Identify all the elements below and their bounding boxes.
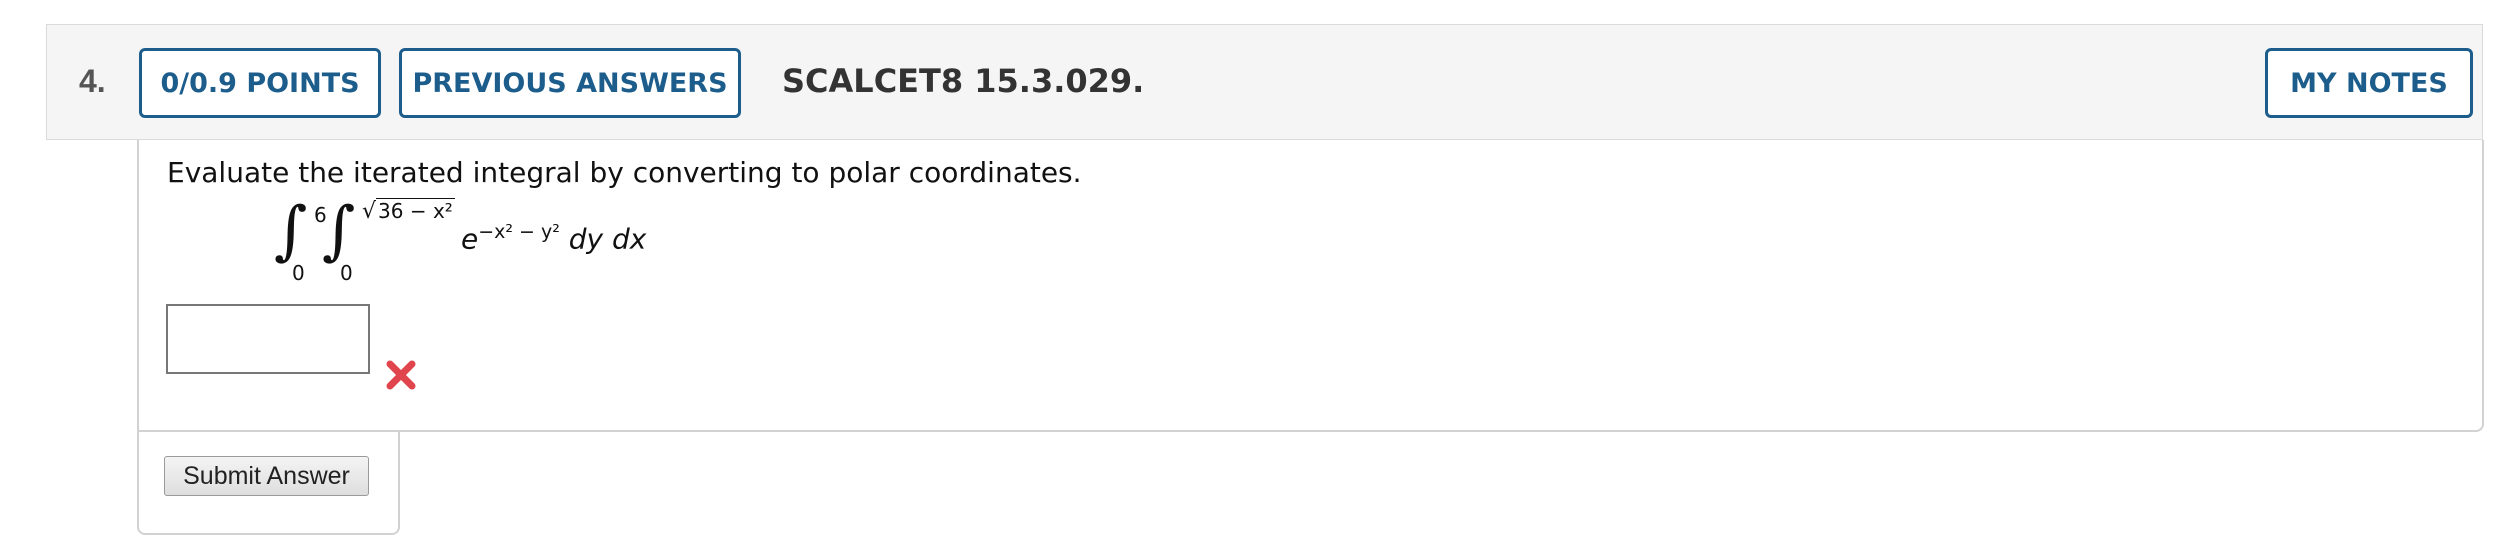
question-header: 4. 0/0.9 POINTS PREVIOUS ANSWERS SCALCET…: [46, 24, 2483, 140]
outer-lower-limit: 0: [292, 261, 305, 285]
inner-lower-limit: 0: [340, 261, 353, 285]
question-prompt: Evaluate the iterated integral by conver…: [167, 156, 1082, 189]
x-mark-icon: [386, 360, 416, 390]
integrand-exponent: −x² − y²: [478, 221, 560, 243]
submit-answer-button[interactable]: Submit Answer: [164, 456, 369, 496]
previous-answers-button[interactable]: PREVIOUS ANSWERS: [399, 48, 741, 118]
inner-upper-limit: √ 36 − x²: [362, 198, 455, 224]
integrand-base: e: [461, 222, 479, 256]
differentials: dy dx: [568, 222, 647, 256]
points-button[interactable]: 0/0.9 POINTS: [139, 48, 381, 118]
integral-sign-icon: ∫: [274, 194, 308, 268]
question-number: 4.: [79, 63, 106, 99]
question-reference: SCALCET8 15.3.029.: [782, 62, 1145, 100]
inner-upper-radicand: 36 − x²: [376, 198, 455, 223]
integral-sign-icon: ∫: [322, 194, 356, 268]
integrand: e−x² − y² dy dx: [461, 221, 646, 255]
iterated-integral: ∫ 6 0 ∫ √ 36 − x² 0 e−x² − y² dy dx: [270, 195, 690, 295]
answer-input[interactable]: [166, 304, 370, 374]
my-notes-button[interactable]: MY NOTES: [2265, 48, 2473, 118]
